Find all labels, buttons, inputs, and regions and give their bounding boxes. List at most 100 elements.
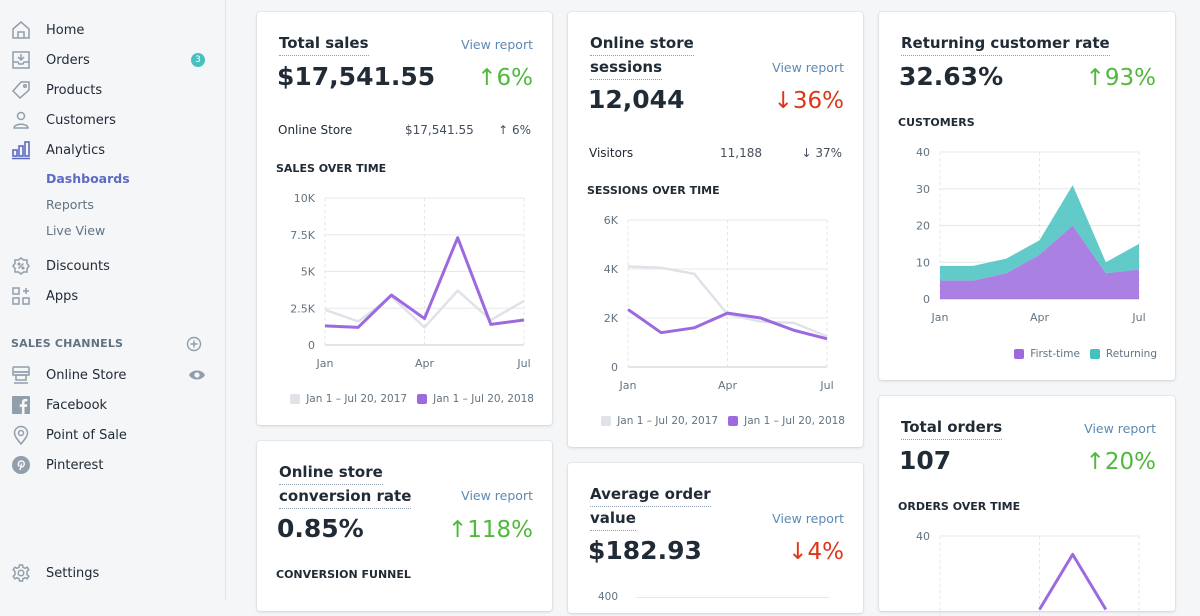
x-tick-label: Jul: [819, 379, 833, 392]
x-tick-label: Jul: [516, 357, 530, 370]
card-title[interactable]: Online store conversion rate: [279, 461, 412, 509]
sidebar-channel-point-of-sale[interactable]: Point of Sale: [0, 421, 226, 449]
card-title[interactable]: Average order value: [590, 483, 711, 531]
legend-swatch-returning: [1089, 349, 1100, 359]
discount-icon: [10, 255, 32, 277]
series-line-jan-1-jul-20-2017: [627, 265, 828, 338]
y-tick-label: 4K: [604, 263, 619, 276]
x-tick-label: Jan: [931, 311, 949, 324]
view-report-link[interactable]: View report: [461, 488, 533, 503]
breakdown-label: Online Store: [278, 123, 353, 137]
y-tick-label: 0: [923, 293, 930, 306]
location-pin-icon: [10, 424, 32, 446]
x-tick-label: Jan: [619, 379, 637, 392]
legend-label: Returning: [1105, 348, 1157, 360]
chart-title: SALES OVER TIME: [276, 162, 387, 175]
sidebar-item-label: Apps: [46, 288, 79, 304]
sidebar-channel-pinterest[interactable]: Pinterest: [0, 451, 226, 479]
legend-label: Jan 1 – Jul 20, 2017: [617, 415, 719, 427]
card-title-line: Online store: [590, 32, 694, 56]
sidebar: Home Orders 3 Products Customers Analyti…: [0, 0, 226, 600]
sessions-value: 12,044: [588, 85, 685, 114]
returning-rate-delta: ↑93%: [1085, 65, 1156, 91]
sidebar-subitem-live-view[interactable]: Live View: [46, 223, 105, 238]
sidebar-subitem-reports[interactable]: Reports: [46, 197, 94, 212]
y-tick-label: 6K: [604, 214, 619, 227]
total-orders-delta: ↑20%: [1085, 449, 1156, 475]
y-tick-label: 20: [916, 220, 930, 233]
apps-icon: [10, 285, 32, 307]
average-order-value-card: Average order value View report $182.93 …: [568, 463, 863, 613]
legend-label: Jan 1 – Jul 20, 2018: [433, 393, 534, 405]
card-title-line: sessions: [590, 56, 663, 80]
x-tick-label: Apr: [1030, 311, 1050, 324]
y-tick-label: 0: [611, 361, 618, 374]
view-store-eye-icon[interactable]: [188, 367, 206, 381]
orders-icon: [10, 49, 32, 71]
legend-label: Jan 1 – Jul 20, 2018: [744, 415, 845, 427]
card-title-line: Average order: [590, 483, 711, 507]
orders-over-time-chart: 40: [916, 530, 1140, 616]
sidebar-item-label: Pinterest: [46, 457, 104, 473]
returning-customer-rate-card: Returning customer rate 32.63% ↑93% CUST…: [879, 12, 1175, 380]
sessions-delta: ↓36%: [773, 88, 844, 114]
legend-swatch-2017: [601, 416, 612, 426]
total-sales-delta: ↑6%: [477, 65, 533, 91]
bar-chart-icon: [10, 139, 32, 161]
legend-swatch-2018: [417, 394, 428, 404]
view-report-link[interactable]: View report: [772, 511, 844, 526]
total-sales-value: $17,541.55: [277, 62, 436, 91]
legend-label: First-time: [1030, 348, 1080, 360]
card-title[interactable]: Total orders: [901, 416, 1003, 440]
card-title[interactable]: Online store sessions: [590, 32, 694, 80]
sidebar-item-orders[interactable]: Orders 3: [0, 46, 226, 74]
chart-title: SESSIONS OVER TIME: [587, 184, 720, 197]
x-tick-label: Apr: [415, 357, 435, 370]
card-title[interactable]: Total sales: [279, 32, 369, 56]
facebook-icon: [10, 394, 32, 416]
breakdown-delta: ↓ 37%: [801, 146, 842, 160]
sidebar-item-products[interactable]: Products: [0, 76, 226, 104]
sidebar-item-discounts[interactable]: Discounts: [0, 252, 226, 280]
sidebar-item-analytics[interactable]: Analytics: [0, 136, 226, 164]
store-icon: [10, 364, 32, 386]
sidebar-subitem-dashboards[interactable]: Dashboards: [46, 171, 130, 186]
sidebar-item-label: Home: [46, 22, 85, 38]
y-tick-label: 40: [916, 146, 930, 159]
y-tick-label: 10: [916, 256, 930, 269]
y-tick-label: 400: [598, 591, 619, 603]
returning-rate-value: 32.63%: [899, 62, 1004, 91]
total-sales-card: Total sales View report $17,541.55 ↑6% O…: [257, 12, 552, 425]
sidebar-item-label: Products: [46, 82, 103, 98]
sidebar-item-home[interactable]: Home: [0, 16, 226, 44]
gridline: [636, 597, 829, 598]
card-title[interactable]: Returning customer rate: [901, 32, 1110, 56]
chart-title: CUSTOMERS: [898, 116, 975, 129]
card-title-line: conversion rate: [279, 485, 412, 509]
pinterest-icon: [10, 454, 32, 476]
aov-delta: ↓4%: [788, 539, 844, 565]
legend-label: Jan 1 – Jul 20, 2017: [306, 393, 408, 405]
view-report-link[interactable]: View report: [772, 60, 844, 75]
add-sales-channel-icon[interactable]: [186, 336, 202, 352]
sales-channels-heading: SALES CHANNELS: [11, 337, 124, 350]
chart-title: CONVERSION FUNNEL: [276, 568, 411, 581]
view-report-link[interactable]: View report: [1084, 421, 1156, 436]
breakdown-label: Visitors: [589, 146, 634, 160]
sidebar-item-apps[interactable]: Apps: [0, 282, 226, 310]
sidebar-item-label: Discounts: [46, 258, 110, 274]
view-report-link[interactable]: View report: [461, 37, 533, 52]
chart-legend: First-time Returning: [1014, 348, 1157, 360]
sidebar-channel-facebook[interactable]: Facebook: [0, 391, 226, 419]
orders-count-badge: 3: [191, 53, 205, 67]
x-tick-label: Jan: [316, 357, 334, 370]
sidebar-item-customers[interactable]: Customers: [0, 106, 226, 134]
card-title-line: value: [590, 507, 636, 531]
online-store-sessions-card: Online store sessions View report 12,044…: [568, 12, 863, 447]
sidebar-item-settings[interactable]: Settings: [0, 559, 226, 587]
total-orders-card: Total orders View report 107 ↑20% ORDERS…: [879, 396, 1175, 616]
total-orders-value: 107: [899, 446, 952, 475]
aov-value: $182.93: [588, 536, 702, 565]
home-icon: [10, 19, 32, 41]
legend-swatch-2018: [728, 416, 739, 426]
